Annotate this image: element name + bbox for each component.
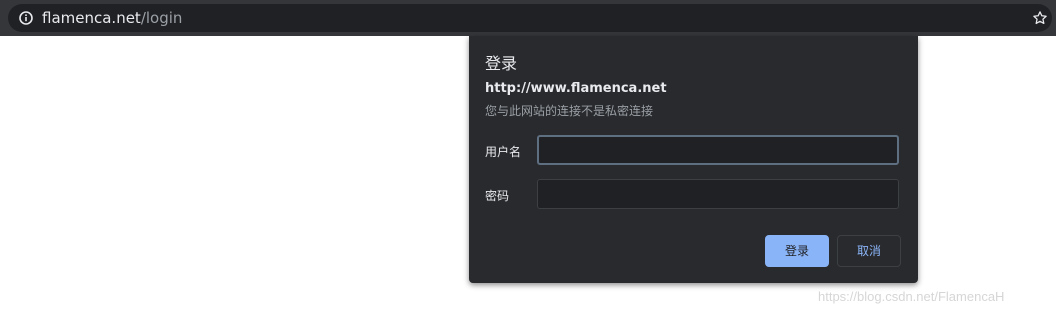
star-icon[interactable] (1032, 10, 1048, 26)
url-text[interactable]: flamenca.net/login (42, 4, 182, 32)
url-path: /login (140, 9, 183, 27)
password-field[interactable] (537, 179, 899, 209)
sign-in-button[interactable]: 登录 (765, 235, 829, 267)
info-icon[interactable] (19, 11, 33, 25)
password-label: 密码 (485, 189, 510, 203)
url-domain: flamenca.net (42, 9, 141, 27)
cancel-button[interactable]: 取消 (837, 235, 901, 267)
connection-warning: 您与此网站的连接不是私密连接 (485, 104, 654, 118)
username-field[interactable] (537, 135, 899, 165)
browser-toolbar: flamenca.net/login (0, 0, 1056, 36)
dialog-origin: http://www.flamenca.net (485, 81, 667, 96)
dialog-title: 登录 (485, 54, 518, 73)
watermark-text: https://blog.csdn.net/FlamencaH (818, 289, 1005, 304)
http-auth-dialog: 登录 http://www.flamenca.net 您与此网站的连接不是私密连… (469, 36, 918, 283)
address-bar[interactable]: flamenca.net/login (8, 4, 1052, 32)
username-label: 用户名 (485, 145, 522, 159)
